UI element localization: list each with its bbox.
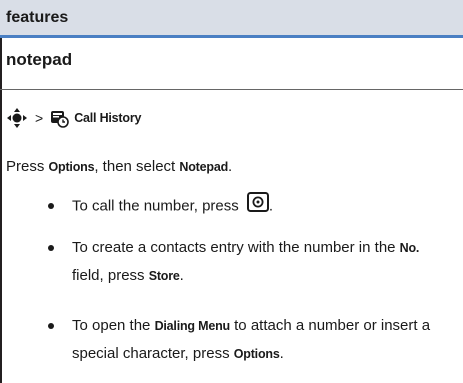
nav-destination: Call History bbox=[74, 111, 142, 125]
instruction-list: To call the number, press . To create a … bbox=[46, 192, 446, 376]
bullet-text-end: . bbox=[279, 345, 284, 362]
intro-prefix: Press bbox=[6, 158, 49, 175]
nav-key-icon bbox=[6, 107, 28, 129]
store-key-label: Store bbox=[148, 269, 180, 283]
options-key-label: Options bbox=[233, 347, 280, 361]
list-item: To call the number, press . bbox=[46, 192, 446, 234]
no-field-label: No. bbox=[399, 241, 420, 255]
navigation-path: > Call History bbox=[6, 107, 141, 129]
nav-separator: > bbox=[35, 110, 44, 126]
list-item: To open the Dialing Menu to attach a num… bbox=[46, 312, 446, 376]
section-title: features bbox=[6, 9, 69, 26]
bullet-text: To open the bbox=[72, 317, 155, 334]
call-history-icon bbox=[50, 109, 69, 128]
send-key-icon bbox=[246, 192, 269, 221]
bullet-text-middle: field, press bbox=[72, 267, 149, 284]
bullet-text-end: . bbox=[268, 197, 274, 215]
bullet-text: To call the number, press bbox=[72, 197, 243, 215]
section-header: features bbox=[0, 0, 463, 38]
bullet-text-end: . bbox=[179, 267, 184, 284]
intro-suffix: . bbox=[228, 158, 233, 175]
intro-instruction: Press Options, then select Notepad. bbox=[6, 158, 232, 175]
list-item: To create a contacts entry with the numb… bbox=[46, 234, 446, 312]
notepad-key-label: Notepad bbox=[179, 160, 229, 174]
intro-middle: , then select bbox=[94, 158, 180, 175]
options-key-label: Options bbox=[48, 160, 95, 174]
dialing-menu-label: Dialing Menu bbox=[154, 319, 231, 333]
subsection-title: notepad bbox=[6, 50, 73, 69]
bullet-text: To create a contacts entry with the numb… bbox=[72, 239, 400, 256]
subsection-header: notepad bbox=[0, 38, 463, 90]
